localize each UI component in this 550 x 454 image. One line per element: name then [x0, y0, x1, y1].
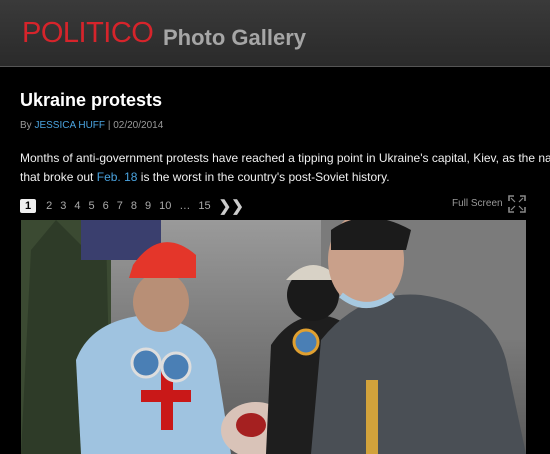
chevron-right-icon[interactable]: ❯❯ — [219, 197, 244, 215]
page-8[interactable]: 8 — [131, 200, 137, 212]
photo-image — [21, 220, 526, 454]
page-9[interactable]: 9 — [145, 200, 151, 212]
page-15[interactable]: 15 — [198, 200, 210, 212]
gallery-description: Months of anti-government protests have … — [20, 149, 550, 187]
gallery-title: Ukraine protests — [20, 90, 163, 110]
pagination: 1 2 3 4 5 6 7 8 9 10 … 15 ❯❯ — [20, 196, 244, 216]
description-line-2: that broke out Feb. 18 is the worst in t… — [20, 168, 550, 187]
page-1[interactable]: 1 — [20, 199, 37, 213]
page-5[interactable]: 5 — [89, 200, 95, 212]
description-line-1: Months of anti-government protests have … — [20, 151, 550, 165]
site-header: POLITICO Photo Gallery — [0, 0, 550, 67]
author-link[interactable]: JESSICA HUFF — [34, 120, 105, 131]
page-6[interactable]: 6 — [103, 200, 109, 212]
page-2[interactable]: 2 — [46, 200, 52, 212]
section-title: Photo Gallery — [163, 25, 307, 50]
page-7[interactable]: 7 — [117, 200, 123, 212]
description-text: that broke out — [20, 170, 94, 184]
fullscreen-icon[interactable] — [507, 194, 527, 214]
feb-18-link[interactable]: Feb. 18 — [97, 170, 138, 184]
fullscreen-label[interactable]: Full Screen — [452, 198, 503, 209]
page-3[interactable]: 3 — [60, 200, 66, 212]
byline-separator: | — [107, 120, 111, 131]
byline-prefix: By — [20, 120, 32, 131]
page-ellipsis: … — [179, 200, 191, 212]
description-text: is the worst in the country's post-Sovie… — [140, 170, 390, 184]
page-4[interactable]: 4 — [74, 200, 80, 212]
byline: By JESSICA HUFF | 02/20/2014 — [20, 120, 163, 131]
publish-date: 02/20/2014 — [113, 120, 164, 131]
gallery-photo[interactable] — [21, 220, 526, 454]
politico-logo[interactable]: POLITICO — [22, 17, 154, 50]
page-10[interactable]: 10 — [159, 200, 171, 212]
